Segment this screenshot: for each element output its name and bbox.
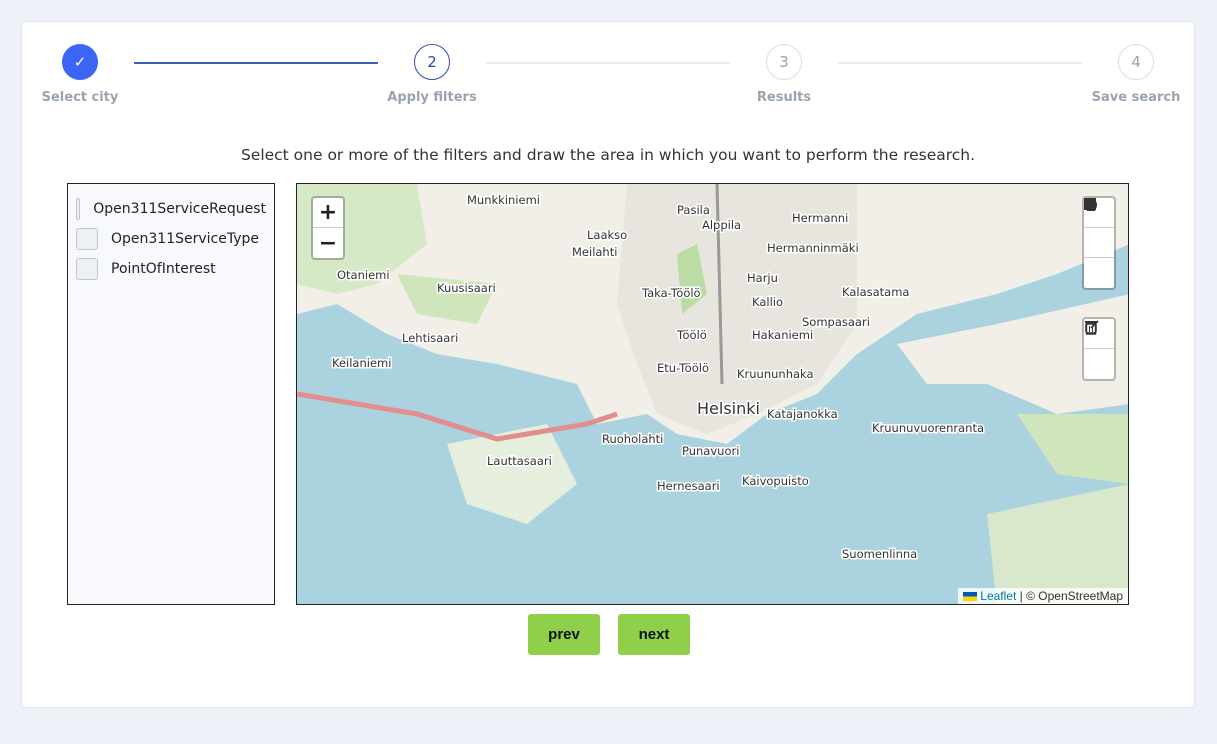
map-place-label: Punavuori [682, 444, 739, 458]
filter-item[interactable]: PointOfInterest [76, 254, 266, 284]
circle-icon[interactable] [1084, 199, 1114, 288]
map-place-label: Kruunuvuorenranta [872, 421, 984, 435]
osm-link[interactable]: © OpenStreetMap [1026, 589, 1123, 603]
checkbox[interactable] [76, 228, 98, 250]
map-place-label: Ruoholahti [602, 432, 663, 446]
map-place-label: Kaivopuisto [742, 474, 809, 488]
step-select-city[interactable]: ✓ Select city [20, 44, 140, 105]
map-place-label: Hermanni [792, 211, 848, 225]
map-place-label: Lehtisaari [402, 331, 458, 345]
map-place-label: Hernesaari [657, 479, 720, 493]
map-place-label: Lauttasaari [487, 454, 552, 468]
zoom-out-button[interactable]: − [313, 228, 343, 258]
map-place-label: Otaniemi [337, 268, 390, 282]
checkbox[interactable] [76, 198, 81, 220]
map-place-label: Laakso [587, 228, 627, 242]
ukraine-flag-icon [962, 592, 977, 602]
map-place-label: Hakaniemi [752, 328, 813, 342]
map-place-label: Munkkiniemi [467, 193, 540, 207]
rectangle-icon[interactable] [1084, 198, 1114, 258]
next-button[interactable]: next [618, 614, 690, 655]
map-place-label: Katajanokka [767, 407, 838, 421]
filter-item[interactable]: Open311ServiceType [76, 224, 266, 254]
map-place-label: Töölö [676, 328, 707, 342]
zoom-in-button[interactable]: + [313, 198, 343, 228]
map-place-label: Suomenlinna [842, 547, 917, 561]
map-place-label: Pasila [677, 203, 710, 217]
map-place-label: Kruununhaka [737, 367, 814, 381]
map-labels: MunkkiniemiPasilaHermanniHerttoniemiLaak… [331, 192, 986, 563]
map-place-label: Taka-Töölö [641, 286, 701, 300]
map-attribution: Leaflet | © OpenStreetMap [957, 588, 1128, 604]
step-connector-2 [486, 62, 730, 64]
filter-item[interactable]: Open311ServiceRequest [76, 194, 266, 224]
prev-button[interactable]: prev [528, 614, 600, 655]
leaflet-link[interactable]: Leaflet [980, 589, 1016, 603]
map-place-label: Helsinki [697, 399, 760, 418]
wizard-card: ✓ Select city 2 Apply filters 3 Results … [21, 21, 1195, 708]
map-place-label: Hermanninmäki [767, 241, 859, 255]
check-icon: ✓ [62, 44, 98, 80]
step-connector-3 [838, 62, 1082, 64]
zoom-control: + − [311, 196, 345, 260]
map-place-label: Keilaniemi [332, 356, 391, 370]
step-results[interactable]: 3 Results [724, 44, 844, 105]
step-apply-filters[interactable]: 2 Apply filters [372, 44, 492, 105]
edit-toolbar [1082, 317, 1116, 381]
map-place-label: Harju [747, 271, 778, 285]
filter-list: Open311ServiceRequest Open311ServiceType… [67, 183, 275, 605]
draw-toolbar [1082, 196, 1116, 290]
step-save-search[interactable]: 4 Save search [1076, 44, 1196, 105]
checkbox[interactable] [76, 258, 98, 280]
map-place-label: Meilahti [572, 245, 617, 259]
map-place-label: Sompasaari [802, 315, 870, 329]
map-place-label: Etu-Töölö [657, 361, 709, 375]
trash-icon[interactable] [1084, 321, 1114, 379]
instruction-text: Select one or more of the filters and dr… [240, 146, 976, 164]
map-place-label: Kalasatama [842, 285, 909, 299]
step-connector-1 [134, 62, 378, 64]
map-place-label: Kallio [752, 295, 783, 309]
map[interactable]: MunkkiniemiPasilaHermanniHerttoniemiLaak… [296, 183, 1129, 605]
map-place-label: Alppila [702, 218, 741, 232]
map-place-label: Kuusisaari [437, 281, 496, 295]
